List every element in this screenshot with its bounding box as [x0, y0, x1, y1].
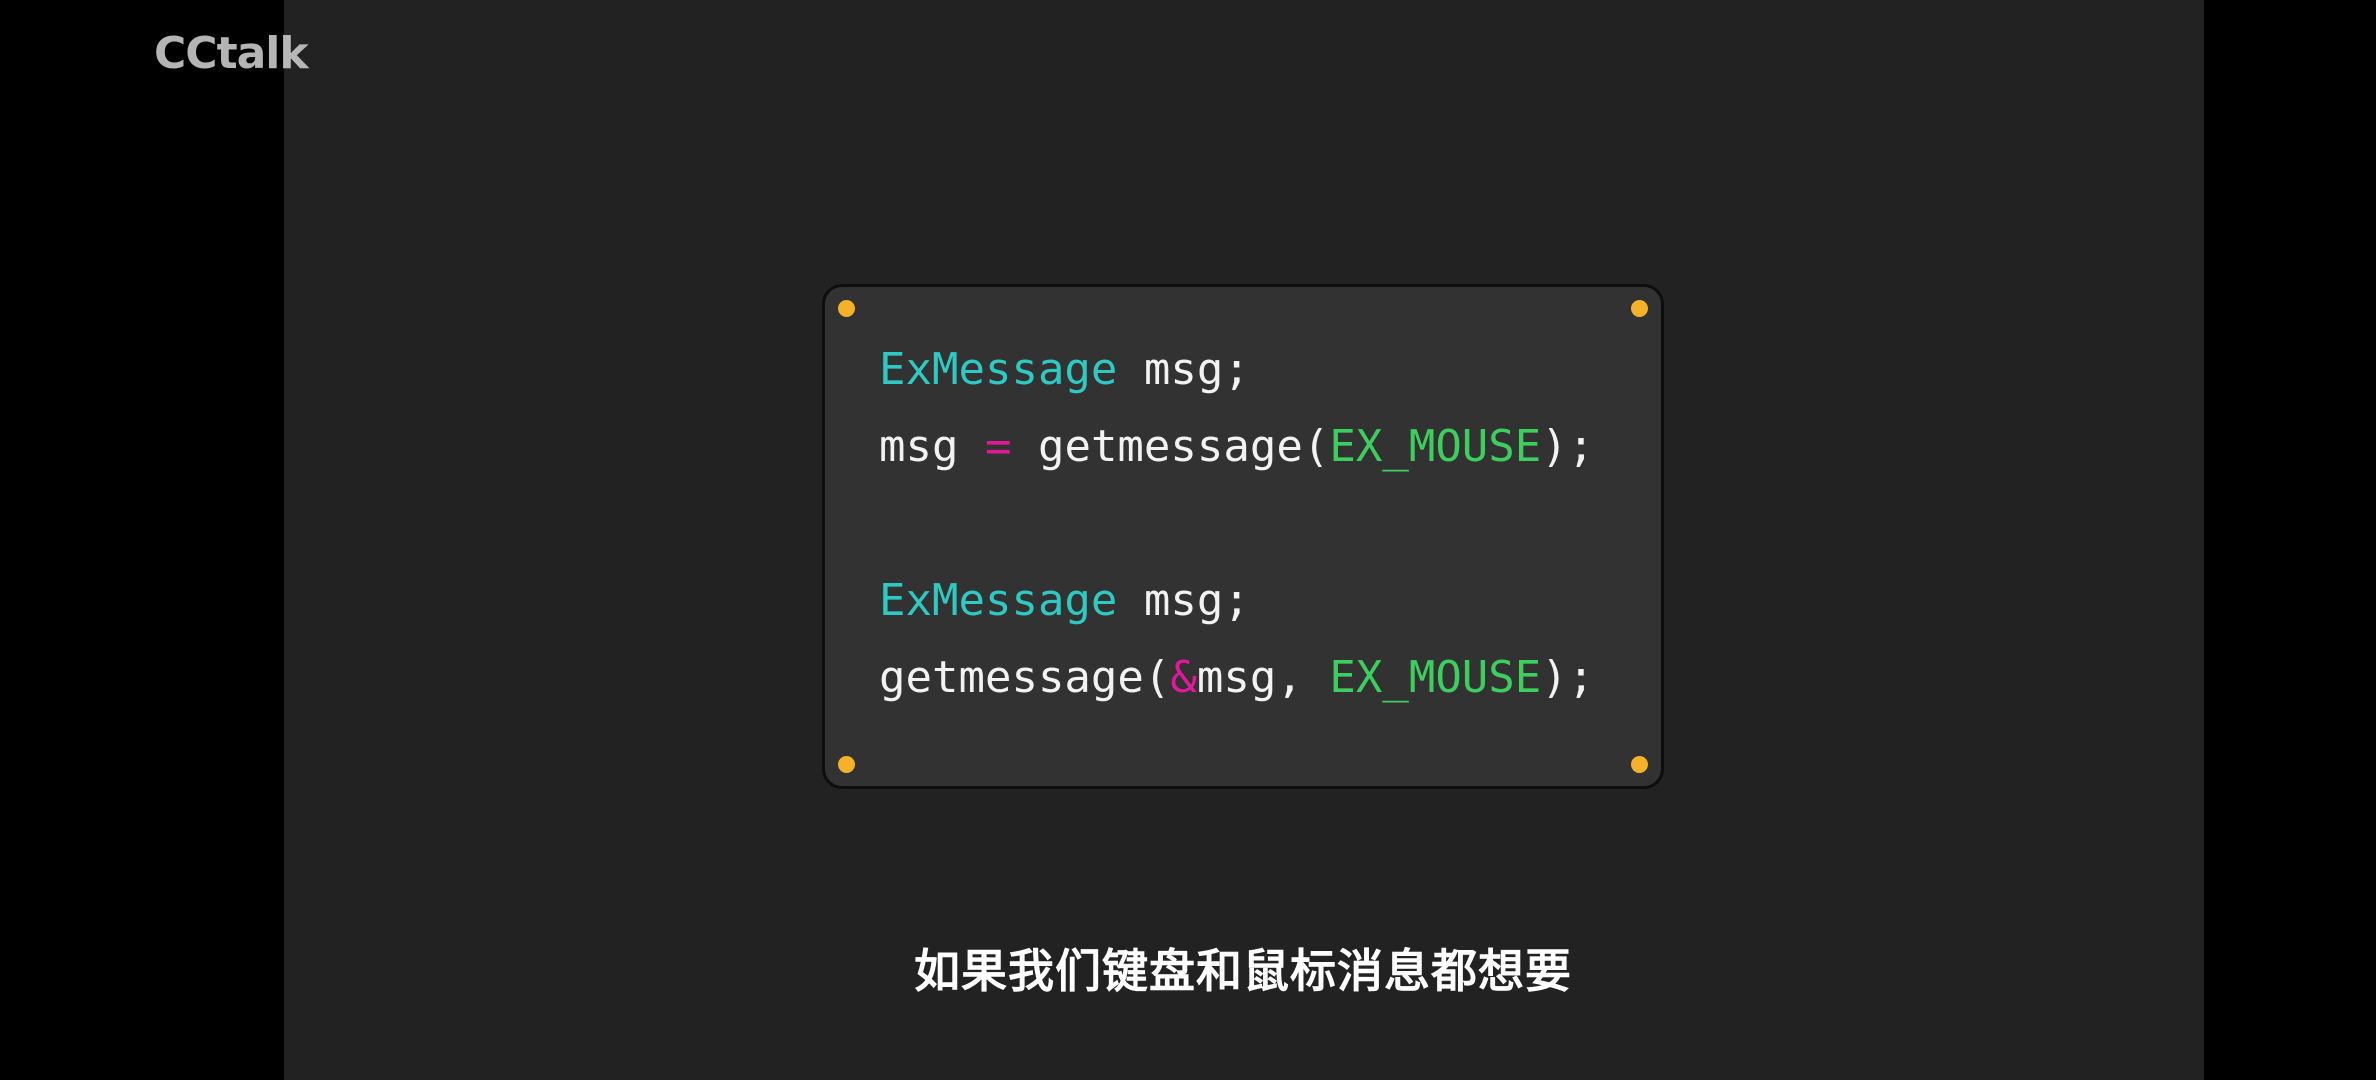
code-token-op: &	[1170, 652, 1197, 703]
code-token-const: EX_MOUSE	[1329, 652, 1542, 703]
code-token-plain: );	[1541, 652, 1595, 703]
code-token-plain: getmessage(	[879, 652, 1171, 703]
code-line: msg = getmessage(EX_MOUSE);	[879, 408, 1594, 485]
code-token-op: =	[984, 421, 1012, 472]
code-token-plain: );	[1541, 421, 1595, 472]
code-token-type: ExMessage	[879, 575, 1118, 626]
code-token-plain: msg,	[1196, 652, 1330, 703]
video-subtitle: 如果我们键盘和鼠标消息都想要	[914, 944, 1572, 998]
code-token-plain: msg	[879, 421, 985, 472]
code-token-type: ExMessage	[879, 344, 1118, 395]
corner-dot-bottom-left	[838, 756, 855, 773]
corner-dot-top-right	[1631, 300, 1648, 317]
code-token-plain: msg;	[1117, 575, 1250, 626]
code-token-plain: msg;	[1117, 344, 1250, 395]
code-block: ExMessage msg; msg = getmessage(EX_MOUSE)…	[879, 331, 1594, 716]
video-player-screen[interactable]: CCtalk ExMessage msg; msg = getmessage(EX…	[0, 0, 2376, 1080]
code-line: ExMessage msg;	[879, 562, 1594, 639]
cctalk-watermark-logo: CCtalk	[154, 28, 309, 79]
code-line: ExMessage msg;	[879, 331, 1594, 408]
corner-dot-top-left	[838, 300, 855, 317]
code-card: ExMessage msg; msg = getmessage(EX_MOUSE)…	[822, 284, 1664, 789]
code-token-const: EX_MOUSE	[1329, 421, 1542, 472]
corner-dot-bottom-right	[1631, 756, 1648, 773]
code-token-plain: getmessage(	[1011, 421, 1330, 472]
code-line: getmessage(&msg, EX_MOUSE);	[879, 639, 1594, 716]
